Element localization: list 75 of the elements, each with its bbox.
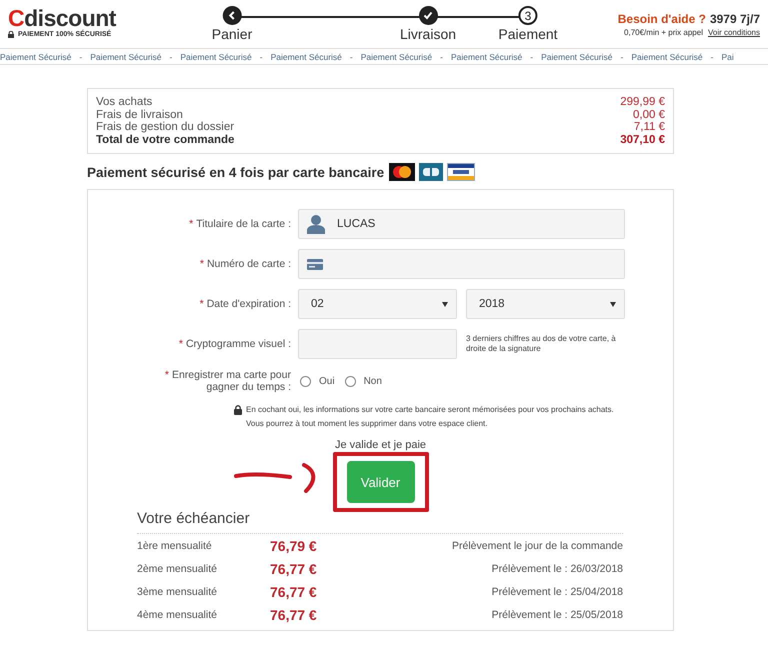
installment-amount: 76,79 € bbox=[270, 538, 318, 554]
conditions-link[interactable]: Voir conditions bbox=[708, 28, 760, 37]
separator: - bbox=[530, 52, 534, 62]
input-field[interactable] bbox=[298, 249, 625, 279]
field-label: * Cryptogramme visuel : bbox=[178, 338, 291, 350]
field-label: * Enregistrer ma carte pour gagner du temps : bbox=[164, 369, 291, 393]
banner-text: Paiement Sécurisé bbox=[541, 52, 612, 62]
field-hint: 3 derniers chiffres au dos de votre carte, à droite de la signature bbox=[466, 334, 617, 354]
total-amount: 307,10 € bbox=[620, 134, 665, 146]
radio-label: Oui bbox=[319, 376, 335, 386]
summary-amount: 7,11 € bbox=[634, 121, 665, 134]
field-label: * Numéro de carte : bbox=[198, 258, 291, 270]
step-label: Livraison bbox=[400, 26, 456, 42]
separator: - bbox=[350, 52, 353, 62]
debit-date: Prélèvement le : 26/03/2018 bbox=[492, 562, 623, 574]
radio-button[interactable] bbox=[344, 376, 356, 386]
debit-date: Prélèvement le : 25/05/2018 bbox=[492, 608, 623, 620]
field-label: * Titulaire de la carte : bbox=[188, 218, 291, 230]
separator: - bbox=[440, 52, 443, 62]
installment-name: 1ère mensualité bbox=[137, 540, 213, 552]
section-title: Paiement sécurisé en 4 fois par carte bancaire bbox=[87, 164, 384, 180]
banner-text: Paiement Sécurisé bbox=[180, 52, 252, 62]
info-text: En cochant oui, les informations sur votre carte bancaire seront mémorisées pour vos prochains achats. Vous pourrez à tout moment les supprimer dans votre espace client. bbox=[246, 404, 615, 430]
step-label: Panier bbox=[212, 26, 252, 42]
input-field[interactable] bbox=[298, 329, 457, 359]
banner-text: Paiement Sécurisé bbox=[450, 52, 522, 62]
lock-icon bbox=[234, 405, 242, 415]
separator: - bbox=[620, 52, 624, 62]
summary-label: Vos achats bbox=[96, 96, 152, 108]
radio-label: Non bbox=[364, 376, 382, 386]
help-title: Besoin d'aide ? bbox=[618, 12, 706, 26]
banner-text: Paiement Sécurisé bbox=[270, 52, 342, 62]
card-logo-icon bbox=[389, 163, 416, 181]
summary-amount: 0,00 € bbox=[633, 108, 665, 121]
schedule-title: Votre échéancier bbox=[137, 510, 623, 534]
select-field[interactable]: 2018 bbox=[466, 289, 625, 319]
separator: - bbox=[710, 52, 714, 62]
summary-amount: 299,99 € bbox=[620, 96, 665, 108]
step-number: 3 bbox=[518, 6, 538, 25]
banner-text: Paiement Sécurisé bbox=[0, 52, 72, 62]
debit-date: Prélèvement le jour de la commande bbox=[452, 540, 623, 552]
installment-name: 3ème mensualité bbox=[137, 586, 218, 598]
card-icon bbox=[307, 258, 323, 270]
banner-text: Paiement Sécurisé bbox=[631, 52, 703, 62]
installment-name: 4ème mensualité bbox=[137, 608, 218, 620]
installment-amount: 76,77 € bbox=[270, 606, 318, 622]
phone-number: 3979 7j/7 bbox=[710, 12, 760, 26]
radio-button[interactable] bbox=[300, 376, 311, 386]
call-rate: 0,70€/min + prix appel bbox=[624, 28, 703, 37]
select-field[interactable]: 02 bbox=[298, 289, 457, 319]
card-logo-icon bbox=[447, 163, 476, 181]
separator: - bbox=[79, 52, 82, 62]
debit-date: Prélèvement le : 25/04/2018 bbox=[492, 586, 623, 598]
separator: - bbox=[260, 52, 263, 62]
caret-icon bbox=[442, 302, 448, 306]
back-step-icon[interactable] bbox=[222, 6, 242, 25]
summary-label: Frais de livraison bbox=[96, 108, 183, 121]
banner-text: Paiement Sécurisé bbox=[90, 52, 162, 62]
summary-label: Frais de gestion du dossier bbox=[96, 121, 234, 134]
total-label: Total de votre commande bbox=[96, 134, 234, 146]
card-logo-icon bbox=[419, 163, 444, 181]
logo[interactable]: Cdiscount bbox=[8, 6, 116, 30]
installment-name: 2ème mensualité bbox=[137, 562, 218, 574]
input-field[interactable]: LUCAS bbox=[298, 209, 625, 239]
banner-text: Paiement Sécurisé bbox=[360, 52, 432, 62]
installment-amount: 76,77 € bbox=[270, 584, 318, 600]
caret-icon bbox=[610, 302, 616, 306]
separator: - bbox=[170, 52, 172, 62]
lock-icon bbox=[8, 31, 14, 38]
installment-amount: 76,77 € bbox=[270, 560, 318, 576]
button-caption: Je valide et je paie bbox=[334, 439, 426, 451]
field-label: * Date d'expiration : bbox=[198, 298, 291, 310]
person-icon bbox=[307, 214, 325, 234]
step-label: Paiement bbox=[498, 26, 558, 42]
banner-text: Pai bbox=[722, 52, 734, 62]
